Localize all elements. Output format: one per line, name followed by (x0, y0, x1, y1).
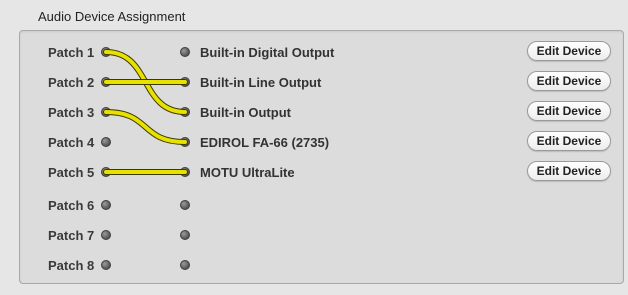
patch-row-6: Patch 6 (0, 190, 628, 220)
device-label: Built-in Output (200, 105, 291, 120)
patch-row-1: Patch 1 Built-in Digital Output Edit Dev… (0, 37, 628, 67)
patch-row-2: Patch 2 Built-in Line Output Edit Device (0, 67, 628, 97)
edit-device-button-3[interactable]: Edit Device (527, 101, 611, 121)
edit-device-button-5[interactable]: Edit Device (527, 161, 611, 181)
patch-row-3: Patch 3 Built-in Output Edit Device (0, 97, 628, 127)
patch-5-input-jack[interactable] (101, 167, 111, 177)
patch-4-input-jack[interactable] (101, 137, 111, 147)
edit-device-button-2[interactable]: Edit Device (527, 71, 611, 91)
device-label: Built-in Line Output (200, 75, 322, 90)
patch-3-input-jack[interactable] (101, 107, 111, 117)
device-4-output-jack[interactable] (180, 137, 190, 147)
device-1-output-jack[interactable] (180, 47, 190, 57)
patch-label: Patch 2 (48, 75, 95, 90)
device-label: EDIROL FA-66 (2735) (200, 135, 330, 150)
device-label: MOTU UltraLite (200, 165, 295, 180)
device-5-output-jack[interactable] (180, 167, 190, 177)
patch-label: Patch 6 (48, 198, 95, 213)
patch-label: Patch 4 (48, 135, 95, 150)
patch-label: Patch 8 (48, 258, 95, 273)
device-8-output-jack[interactable] (180, 260, 190, 270)
patch-7-input-jack[interactable] (101, 230, 111, 240)
patch-1-input-jack[interactable] (101, 47, 111, 57)
patch-8-input-jack[interactable] (101, 260, 111, 270)
patch-label: Patch 1 (48, 45, 95, 60)
device-2-output-jack[interactable] (180, 77, 190, 87)
patch-label: Patch 7 (48, 228, 95, 243)
device-label: Built-in Digital Output (200, 45, 335, 60)
patch-6-input-jack[interactable] (101, 200, 111, 210)
patch-row-7: Patch 7 (0, 220, 628, 250)
edit-device-button-1[interactable]: Edit Device (527, 41, 611, 61)
device-3-output-jack[interactable] (180, 107, 190, 117)
device-7-output-jack[interactable] (180, 230, 190, 240)
patch-label: Patch 3 (48, 105, 95, 120)
patch-row-5: Patch 5 MOTU UltraLite Edit Device (0, 157, 628, 187)
patch-2-input-jack[interactable] (101, 77, 111, 87)
device-6-output-jack[interactable] (180, 200, 190, 210)
group-title: Audio Device Assignment (38, 9, 186, 24)
patch-label: Patch 5 (48, 165, 95, 180)
patch-row-8: Patch 8 (0, 250, 628, 280)
patch-row-4: Patch 4 EDIROL FA-66 (2735) Edit Device (0, 127, 628, 157)
audio-device-assignment-panel: Audio Device Assignment Patch 1 Built-in… (0, 0, 628, 295)
edit-device-button-4[interactable]: Edit Device (527, 131, 611, 151)
